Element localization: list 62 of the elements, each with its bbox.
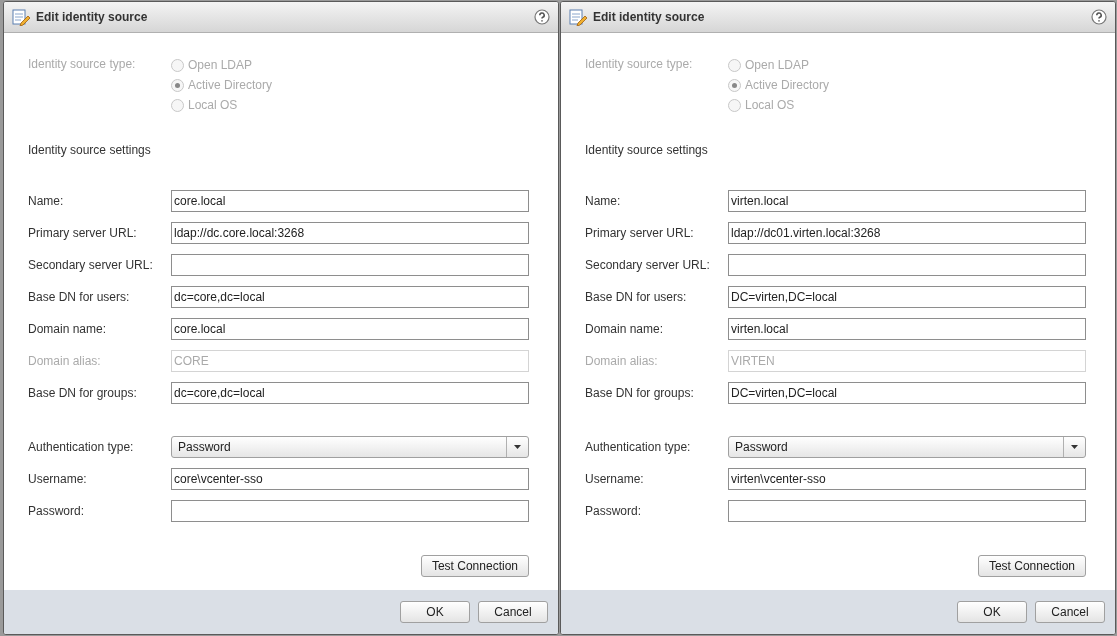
edit-document-icon <box>569 8 587 26</box>
input-field[interactable]: core\vcenter-sso <box>171 468 529 490</box>
caret-icon <box>514 445 521 449</box>
caret-icon <box>1071 445 1078 449</box>
input-field[interactable]: virten.local <box>728 190 1086 212</box>
input-field[interactable] <box>171 254 529 276</box>
test-connection-button[interactable]: Test Connection <box>420 555 529 577</box>
dialog-button[interactable]: Cancel <box>478 601 548 623</box>
input-field[interactable]: DC=virten,DC=local <box>728 286 1086 308</box>
field-label: Base DN for users: <box>28 289 131 306</box>
help-icon[interactable] <box>534 9 550 25</box>
field-label: Base DN for users: <box>585 289 688 306</box>
field-label: Name: <box>28 193 65 210</box>
radio-label: Open LDAP <box>188 57 253 74</box>
input-field[interactable]: dc=core,dc=local <box>171 382 529 404</box>
input-field[interactable]: core.local <box>171 318 529 340</box>
dialog-button[interactable]: OK <box>957 601 1027 623</box>
section-title: Identity source settings <box>585 142 709 159</box>
input-field[interactable]: virten\vcenter-sso <box>728 468 1086 490</box>
input-field[interactable] <box>728 254 1086 276</box>
radio-label: Open LDAP <box>745 57 810 74</box>
field-label: Base DN for groups: <box>585 385 695 402</box>
field-label: Name: <box>585 193 622 210</box>
input-field[interactable]: ldap://dc.core.local:3268 <box>171 222 529 244</box>
field-label: Authentication type: <box>585 439 692 456</box>
section-title: Identity source settings <box>28 142 152 159</box>
field-label: Domain name: <box>28 321 108 338</box>
field-label: Identity source type: <box>28 56 137 73</box>
field-label: Authentication type: <box>28 439 135 456</box>
dialog-button[interactable]: Cancel <box>1035 601 1105 623</box>
input-field[interactable]: virten.local <box>728 318 1086 340</box>
input-field[interactable] <box>171 500 529 522</box>
field-label: Password: <box>28 503 86 520</box>
field-label: Password: <box>585 503 643 520</box>
radio-label: Active Directory <box>745 77 830 94</box>
field-label: Domain alias: <box>28 353 102 370</box>
field-label: Primary server URL: <box>585 225 695 242</box>
dropdown[interactable]: Password <box>171 436 529 458</box>
field-label: Identity source type: <box>585 56 694 73</box>
radio-label: Local OS <box>188 97 238 114</box>
field-label: Username: <box>28 471 88 488</box>
help-icon[interactable] <box>1091 9 1107 25</box>
input-field[interactable] <box>728 500 1086 522</box>
edit-document-icon <box>12 8 30 26</box>
field-label: Domain name: <box>585 321 665 338</box>
test-connection-button[interactable]: Test Connection <box>977 555 1086 577</box>
field-label: Base DN for groups: <box>28 385 138 402</box>
field-label: Username: <box>585 471 645 488</box>
input-field[interactable]: ldap://dc01.virten.local:3268 <box>728 222 1086 244</box>
dropdown[interactable]: Password <box>728 436 1086 458</box>
input-field[interactable]: DC=virten,DC=local <box>728 382 1086 404</box>
input-field[interactable]: dc=core,dc=local <box>171 286 529 308</box>
field-label: Secondary server URL: <box>28 257 154 274</box>
field-label: Secondary server URL: <box>585 257 711 274</box>
input-field[interactable]: core.local <box>171 190 529 212</box>
window-title: Edit identity source <box>36 9 149 26</box>
radio-label: Local OS <box>745 97 795 114</box>
window-title: Edit identity source <box>593 9 706 26</box>
field-label: Primary server URL: <box>28 225 138 242</box>
radio-label: Active Directory <box>188 77 273 94</box>
field-label: Domain alias: <box>585 353 659 370</box>
dialog-button[interactable]: OK <box>400 601 470 623</box>
